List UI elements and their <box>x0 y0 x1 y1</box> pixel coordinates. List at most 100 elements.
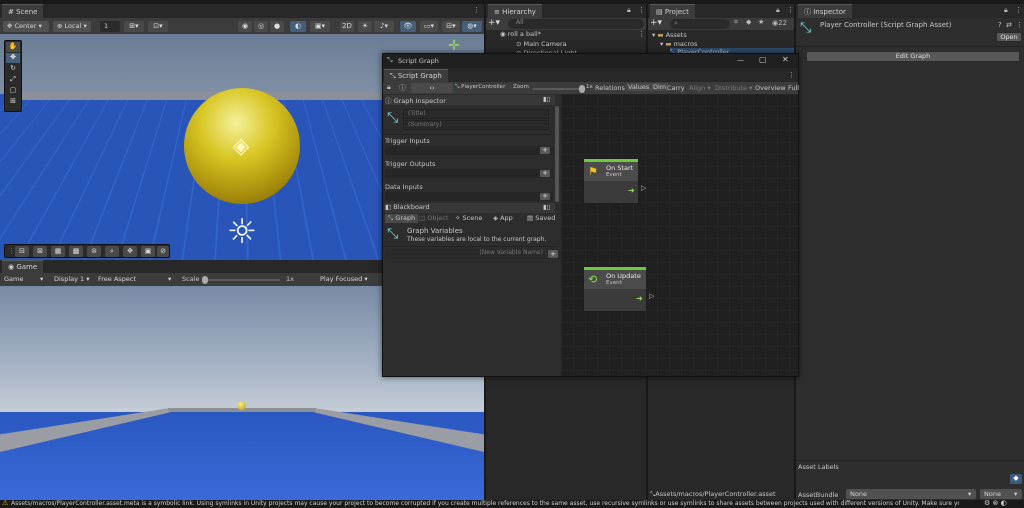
hierarchy-item-main-camera[interactable]: ⊙ Main Camera <box>516 40 567 48</box>
grid-icon[interactable]: ⊞▾ <box>124 21 144 32</box>
blackboard-tab-scene[interactable]: ✧ Scene <box>455 214 482 222</box>
graph-lock-icon[interactable]: 🔒︎ <box>387 83 391 92</box>
zoom-slider[interactable] <box>533 85 585 93</box>
hierarchy-search-input[interactable]: All <box>508 19 644 29</box>
tab-hierarchy[interactable]: ≡ Hierarchy <box>488 4 542 18</box>
toolbar-values[interactable]: Values <box>626 83 652 91</box>
zoom-slider-handle[interactable] <box>579 85 585 93</box>
blackboard-header[interactable]: ◧ Blackboard ▮▯ <box>385 203 555 213</box>
new-variable-input[interactable]: (New Variable Name) <box>385 249 545 259</box>
move-tool-icon[interactable]: ✥ <box>6 53 20 63</box>
tab-game[interactable]: ◉ Game <box>2 260 44 273</box>
asset-label-tag-icon[interactable]: ◆ <box>1010 474 1022 484</box>
snap-icon[interactable]: ⊡▾ <box>148 21 168 32</box>
scale-tool-icon[interactable]: ⤢ <box>6 75 20 85</box>
space-dropdown[interactable]: ⊕ Local ▾ <box>53 21 91 32</box>
asset-bundle-dropdown[interactable]: None ▾ <box>846 489 976 499</box>
overlay-camera-icon[interactable]: ▣ <box>141 246 155 257</box>
graph-summary-input[interactable]: (Summary) <box>403 120 549 130</box>
tab-project[interactable]: ▤ Project <box>650 4 695 18</box>
transform-tool-icon[interactable]: ⊞ <box>6 97 20 107</box>
rotate-tool-icon[interactable]: ↻ <box>6 64 20 74</box>
effects-icon[interactable]: ⊟▾ <box>442 21 460 32</box>
inspector-more-icon[interactable]: ⋮ <box>1015 6 1022 14</box>
inspector-help-icon[interactable]: ? <box>998 21 1002 29</box>
graph-title-input[interactable]: (Title) <box>403 109 549 119</box>
asset-variant-dropdown[interactable]: None ▾ <box>980 489 1022 499</box>
blackboard-tab-object[interactable]: ◫ Object <box>419 214 448 222</box>
blackboard-tab-graph[interactable]: ⤡ Graph <box>385 214 419 223</box>
overlay-nav-icon[interactable]: ⊘ <box>157 246 169 257</box>
project-lock-icon[interactable]: 🔒︎ <box>776 6 780 15</box>
script-graph-more-icon[interactable]: ⋮ <box>788 71 795 79</box>
overlay-tool-5-icon[interactable]: ⊜ <box>87 246 101 257</box>
hierarchy-root-more-icon[interactable]: ⋮ <box>638 30 645 38</box>
inspector-lock-icon[interactable]: 🔒︎ <box>1004 6 1008 15</box>
wireframe-icon[interactable]: ◎ <box>254 21 268 32</box>
overlay-search-icon[interactable]: ⌕ <box>105 246 119 257</box>
overlay-move-icon[interactable]: ✥ <box>123 246 137 257</box>
camera-icon[interactable]: ▭▾ <box>420 21 438 32</box>
play-focus-dropdown[interactable]: Play Focused ▾ <box>316 274 378 285</box>
graph-inspector-header[interactable]: ⓘ Graph Inspector ▮▯ <box>385 95 555 105</box>
project-star-icon[interactable]: ★ <box>758 18 764 26</box>
toolbar-overview[interactable]: Overview <box>755 84 786 92</box>
hierarchy-root[interactable]: ◉ roll a ball* <box>500 30 646 40</box>
project-search-input[interactable]: ⌕ <box>670 19 730 29</box>
node-on-update[interactable]: ⟲ On Update Event ➜ <box>583 266 647 312</box>
open-button[interactable]: Open <box>996 32 1022 42</box>
project-more-icon[interactable]: ⋮ <box>787 6 794 14</box>
window-close-button[interactable]: ✕ <box>782 55 789 64</box>
node-on-start[interactable]: ⚑ On Start Event ➜ <box>583 158 639 204</box>
window-titlebar[interactable] <box>383 54 798 68</box>
scale-slider[interactable] <box>202 276 280 284</box>
2d-toggle[interactable]: 2D <box>340 21 354 32</box>
visibility-icon[interactable]: 👁 <box>400 21 416 32</box>
tab-inspector[interactable]: ⓘ Inspector <box>798 4 852 18</box>
trigger-output-port-icon[interactable]: ➜ <box>628 186 635 195</box>
pivot-dropdown[interactable]: ✥ Center ▾ <box>3 21 49 32</box>
toolbar-align[interactable]: Align ▾ <box>689 84 711 92</box>
new-variable-add-button[interactable]: + <box>547 249 559 259</box>
hierarchy-lock-icon[interactable]: 🔒︎ <box>627 6 631 15</box>
data-inputs-add-button[interactable]: + <box>539 192 551 201</box>
window-minimize-button[interactable]: — <box>737 56 744 64</box>
console-status-bar[interactable]: ⚠ Assets/macros/PlayerController.asset.m… <box>0 500 1024 508</box>
hierarchy-more-icon[interactable]: ⋮ <box>638 6 645 14</box>
toolbar-full[interactable]: Full <box>788 84 799 92</box>
graph-code-icon[interactable]: ‹› <box>411 83 453 93</box>
overlay-tool-1-icon[interactable]: ⊟ <box>15 246 29 257</box>
inspector-menu-icon[interactable]: ⋮ <box>1016 21 1023 29</box>
breadcrumb[interactable]: ⤡ PlayerController <box>455 84 505 91</box>
shaded-icon[interactable]: ● <box>270 21 284 32</box>
blackboard-dock-icon[interactable]: ▮▯ <box>543 203 550 211</box>
asset-labels-header[interactable]: Asset Labels <box>798 463 839 471</box>
trigger-outputs-add-button[interactable]: + <box>539 169 551 178</box>
snap-field[interactable]: 1 <box>100 21 120 32</box>
toolbar-distribute[interactable]: Distribute ▾ <box>715 84 752 92</box>
audio-icon[interactable]: ♪▾ <box>374 21 394 32</box>
graph-canvas[interactable]: ⚑ On Start Event ➜ ▷ ⟲ On Update Event ➜… <box>561 94 798 376</box>
inspector-preset-icon[interactable]: ⇄ <box>1006 21 1012 29</box>
lighting-icon[interactable]: ☀ <box>358 21 372 32</box>
project-label-icon[interactable]: ◆ <box>746 18 751 26</box>
tab-scene[interactable]: # Scene <box>2 4 44 18</box>
lit-icon[interactable]: ◐ <box>290 21 306 32</box>
graph-inspector-dock-icon[interactable]: ▮▯ <box>543 95 550 103</box>
toolbar-carry[interactable]: Carry <box>667 84 685 92</box>
trigger-output-port-icon[interactable]: ➜ <box>636 294 643 303</box>
trigger-inputs-add-button[interactable]: + <box>539 146 551 155</box>
game-mode-dropdown[interactable]: Game ▾ <box>0 274 48 285</box>
toolbar-dim[interactable]: Dim <box>651 83 669 91</box>
edit-graph-button[interactable]: Edit Graph <box>806 51 1020 62</box>
window-maximize-button[interactable]: ▢ <box>759 55 767 64</box>
blackboard-tab-app[interactable]: ◈ App <box>493 214 513 222</box>
aspect-dropdown[interactable]: Free Aspect ▾ <box>94 274 178 285</box>
scene-more-icon[interactable]: ⋮ <box>473 6 480 14</box>
tab-script-graph[interactable]: ⤡ Script Graph <box>384 69 448 82</box>
project-assets-root[interactable]: ▾ ▬ Assets <box>652 31 687 39</box>
scale-slider-handle[interactable] <box>202 276 208 284</box>
shading-icon[interactable]: ◉ <box>238 21 252 32</box>
display-dropdown[interactable]: Display 1 ▾ <box>50 274 92 285</box>
graph-info-icon[interactable]: ⓘ <box>399 83 406 93</box>
